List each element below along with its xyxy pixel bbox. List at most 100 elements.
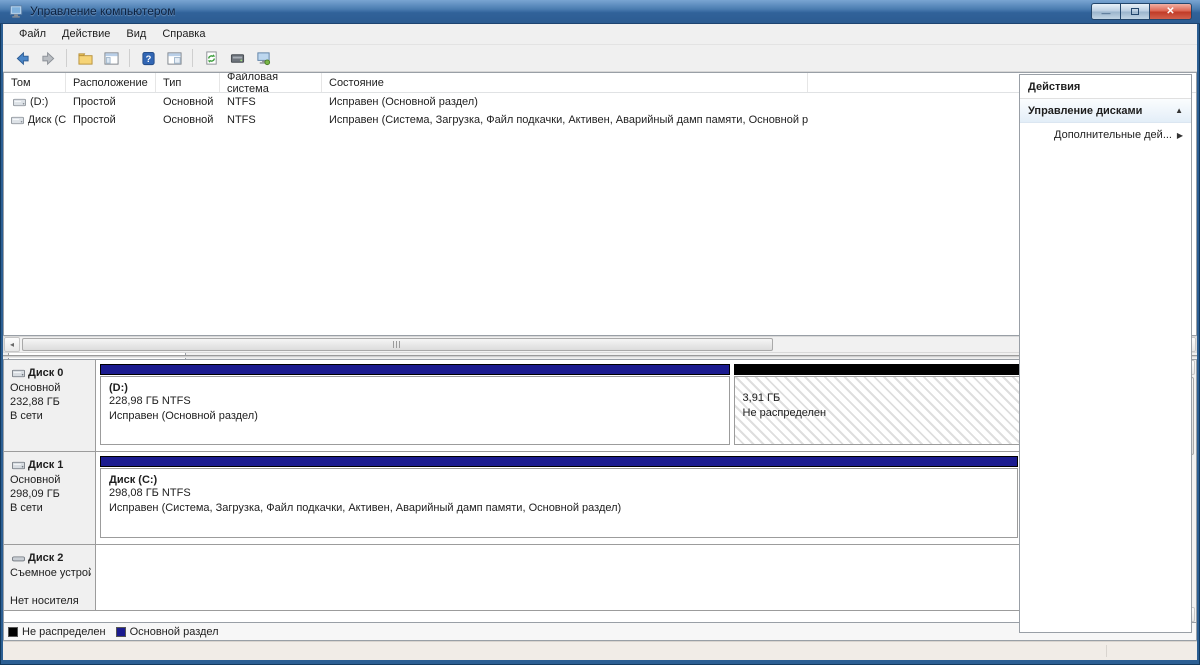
cell-fs: NTFS [227,114,256,126]
partition-color-bar [100,456,1018,467]
cell-status: Исправен (Основной раздел) [329,96,478,108]
toolbar-computer-properties-button[interactable] [252,47,274,69]
volume-icon [11,94,27,110]
toolbar-back-button[interactable] [11,47,33,69]
partition-detail: 228,98 ГБ NTFS [109,395,191,407]
toolbar-refresh-button[interactable] [200,47,222,69]
title-bar[interactable]: Управление компьютером [0,0,1200,24]
scrollbar-thumb[interactable] [22,338,773,351]
app-body: ФайлДействиеВидСправка ? ◢Управление ком… [3,24,1197,660]
hard-disk-icon [10,365,26,381]
disk-info-cell[interactable]: Диск 1 Основной 298,09 ГБ В сети [4,452,96,544]
menu-файл[interactable]: Файл [11,25,54,43]
disk-info-line: В сети [10,502,43,514]
toolbar-folder-up-button[interactable] [74,47,96,69]
disk-info-cell[interactable]: Диск 2Съемное устройство Нет носителя [4,545,96,610]
console-tree-icon [103,50,119,66]
folder-up-icon [77,50,93,66]
partition[interactable]: Диск (C:) 298,08 ГБ NTFS Исправен (Система… [100,456,1018,538]
disk-info-cell[interactable]: Диск 0 Основной 232,88 ГБ В сети [4,360,96,451]
scroll-left-icon[interactable]: ◂ [4,337,20,352]
column-header-3[interactable]: Тип [156,73,220,92]
column-header-4[interactable]: Файловая система [220,73,322,95]
disk-name: Диск 2 [10,550,91,566]
disk-info-line: Основной [10,474,61,486]
close-button[interactable] [1149,3,1192,20]
back-icon [14,50,30,66]
help-icon: ? [140,50,156,66]
toolbar: ? [3,45,1197,72]
disk-info-line: 232,88 ГБ [10,396,60,408]
disk-info-line: Нет носителя [10,595,79,607]
volume-row[interactable]: (D:) Простой Основной NTFS Исправен (Основно… [4,93,1196,111]
menu-вид[interactable]: Вид [118,25,154,43]
legend-label: Основной раздел [129,625,219,638]
status-bar-divider [1106,645,1107,657]
actions-panel-title: Действия [1020,75,1191,99]
legend-label: Не распределен [22,625,106,638]
computer-management-window: Управление компьютером ФайлДействиеВидСп… [0,0,1200,665]
partition-box: (D:) 228,98 ГБ NTFS Исправен (Основной раз… [100,376,730,445]
cell-type: Основной [163,96,214,108]
menu-действие[interactable]: Действие [54,25,118,43]
disk-row: Диск 1 Основной 298,09 ГБ В сети Диск (C:) 29… [4,452,1179,545]
disk-name: Диск 0 [10,365,91,381]
volume-icon [11,112,25,128]
column-header-5[interactable]: Состояние [322,73,808,92]
volume-list-horizontal-scrollbar[interactable]: ◂ ▸ [3,336,1197,353]
disk-partitions: Диск (C:) 298,08 ГБ NTFS Исправен (Система… [96,452,1179,544]
legend-item: Не распределен [8,626,106,638]
partition-detail: Исправен (Основной раздел) [109,410,258,422]
cell-layout: Простой [73,96,116,108]
volume-list-body: (D:) Простой Основной NTFS Исправен (Основно… [4,93,1196,129]
toolbar-help-button[interactable]: ? [137,47,159,69]
actions-group-label: Управление дисками [1028,104,1143,117]
actions-group-disk-management[interactable]: Управление дисками ▲ [1020,99,1191,123]
disk-partitions: (D:) 228,98 ГБ NTFS Исправен (Основной раз… [96,360,1179,451]
app-icon [8,3,24,19]
hard-disk-icon [10,457,26,473]
toolbar-separator [66,49,67,67]
more-actions-item[interactable]: Дополнительные дей... ▶ [1020,123,1191,147]
menu-справка[interactable]: Справка [154,25,213,43]
console-window-icon [166,50,182,66]
toolbar-rescan-disks-button[interactable] [226,47,248,69]
cell-status: Исправен (Система, Загрузка, Файл подкач… [329,114,808,126]
partition[interactable]: (D:) 228,98 ГБ NTFS Исправен (Основной раз… [100,364,730,445]
pane-splitter[interactable] [3,355,1197,358]
submenu-arrow-icon: ▶ [1176,130,1183,140]
maximize-button[interactable] [1120,3,1149,20]
volume-row[interactable]: Диск (C:) Простой Основной NTFS Исправен (Си… [4,111,1196,129]
cell-type: Основной [163,114,214,126]
work-area: ◢Управление компьютером (локальным)◢Служ… [3,72,1197,641]
refresh-icon [203,50,219,66]
disk-info-line [10,580,91,594]
disk-info-line: Съемное устройство [10,567,91,579]
volume-list: Том Расположение Тип Файловая система Состоя… [3,72,1197,336]
toolbar-console-tree-button[interactable] [100,47,122,69]
disk-info-line: Основной [10,382,61,394]
disk-row: Диск 0 Основной 232,88 ГБ В сети (D:) 228,98 … [4,360,1179,452]
partition-color-bar [100,364,730,375]
minimize-button[interactable] [1091,3,1120,20]
legend-swatch-icon [115,626,126,637]
collapse-arrow-icon[interactable]: ▲ [1175,106,1183,115]
toolbar-console-window-button[interactable] [163,47,185,69]
more-actions-label: Дополнительные дей... [1054,129,1172,141]
column-header-1[interactable]: Том [4,73,66,92]
cell-volume: (D:) [4,94,66,110]
column-header-2[interactable]: Расположение [66,73,156,92]
menu-bar: Файл Действие Вид Справка [3,24,1197,45]
cell-layout: Простой [73,114,116,126]
svg-text:?: ? [145,53,151,63]
disk-name: Диск 1 [10,457,91,473]
disk-row: Диск 2Съемное устройство Нет носителя [4,545,1179,611]
partition-label: Диск (C:) [109,474,158,486]
legend-item: Основной раздел [115,625,219,638]
disk-partitions [96,545,1179,610]
partition-detail: 298,08 ГБ NTFS [109,487,191,499]
actions-panel: Действия Управление дисками ▲ Дополнител… [1019,74,1192,633]
toolbar-forward-button[interactable] [37,47,59,69]
cell-fs: NTFS [227,96,256,108]
app-icon [8,3,24,19]
